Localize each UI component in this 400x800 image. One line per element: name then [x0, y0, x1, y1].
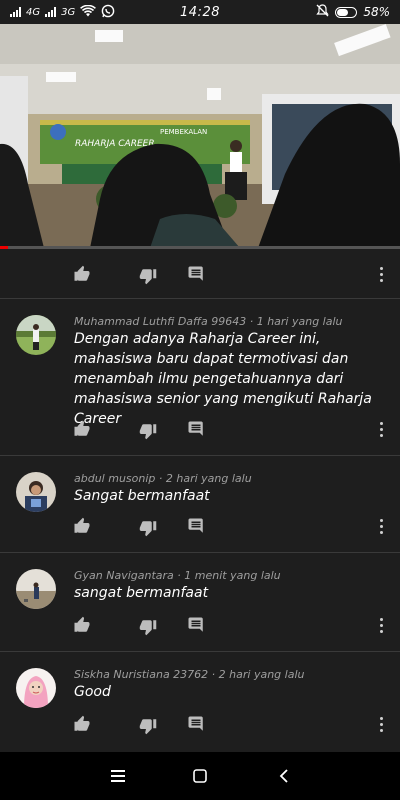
- thumb-up-icon: [74, 265, 90, 281]
- battery-icon: [335, 6, 358, 18]
- comment-author[interactable]: Muhammad Luthfi Daffa 99643: [74, 315, 246, 328]
- dislike-button[interactable]: [136, 419, 160, 443]
- comment-icon: [188, 518, 203, 533]
- video-progress-fill: [0, 246, 8, 249]
- like-button[interactable]: [70, 262, 94, 286]
- comment-icon: [188, 421, 203, 436]
- home-icon: [193, 769, 207, 783]
- video-progress-bar[interactable]: [0, 246, 400, 249]
- menu-icon: [111, 770, 125, 782]
- meta-separator: ·: [158, 472, 166, 485]
- meta-separator: ·: [211, 668, 219, 681]
- like-button[interactable]: [70, 514, 94, 538]
- more-options-button[interactable]: [376, 712, 386, 736]
- comment-time: 1 hari yang lalu: [256, 315, 343, 328]
- banner-top-text: PEMBEKALAN: [160, 128, 207, 136]
- status-bar: 4G 3G 14:28 58%: [0, 0, 400, 24]
- dislike-button[interactable]: [136, 714, 160, 738]
- avatar[interactable]: [16, 315, 56, 355]
- comment-text: sangat bermanfaat: [74, 585, 209, 601]
- thumb-up-icon: [74, 420, 90, 436]
- reply-button[interactable]: [184, 613, 208, 637]
- thumb-down-icon: [139, 424, 157, 440]
- comment-time: 2 hari yang lalu: [218, 668, 305, 681]
- thumb-down-icon: [139, 521, 157, 537]
- more-options-button[interactable]: [376, 262, 386, 286]
- comment-meta: Gyan Navigantara · 1 menit yang lalu: [74, 569, 380, 582]
- dislike-button[interactable]: [136, 615, 160, 639]
- comment-text: Good: [74, 684, 111, 700]
- like-button[interactable]: [70, 712, 94, 736]
- comment-icon: [188, 266, 203, 281]
- comment-time: 1 menit yang lalu: [184, 569, 281, 582]
- comment-author[interactable]: Gyan Navigantara: [74, 569, 174, 582]
- thumb-down-icon: [139, 269, 157, 285]
- comment-meta: Muhammad Luthfi Daffa 99643 · 1 hari yan…: [74, 315, 380, 328]
- comment-time: 2 hari yang lalu: [165, 472, 252, 485]
- comment-icon: [188, 716, 203, 731]
- video-player[interactable]: PEMBEKALAN RAHARJA CAREER: [0, 24, 400, 248]
- comment-item: abdul musonip · 2 hari yang lalu Sangat …: [0, 456, 400, 552]
- thumb-down-icon: [139, 620, 157, 636]
- comment-icon: [188, 617, 203, 632]
- dislike-button[interactable]: [136, 264, 160, 288]
- more-options-button[interactable]: [376, 417, 386, 441]
- comment-item: Gyan Navigantara · 1 menit yang lalu san…: [0, 553, 400, 651]
- like-button[interactable]: [70, 613, 94, 637]
- reply-button[interactable]: [184, 262, 208, 286]
- video-frame: PEMBEKALAN RAHARJA CAREER: [0, 24, 400, 248]
- avatar[interactable]: [16, 569, 56, 609]
- comment-author[interactable]: abdul musonip: [74, 472, 155, 485]
- system-nav-bar: [0, 752, 400, 800]
- back-icon: [279, 769, 288, 783]
- comment-meta: abdul musonip · 2 hari yang lalu: [74, 472, 380, 485]
- back-button[interactable]: [272, 764, 296, 788]
- thumb-up-icon: [74, 616, 90, 632]
- avatar[interactable]: [16, 472, 56, 512]
- dislike-button[interactable]: [136, 516, 160, 540]
- thumb-up-icon: [74, 715, 90, 731]
- comment-author[interactable]: Siskha Nuristiana 23762: [74, 668, 208, 681]
- reply-button[interactable]: [184, 417, 208, 441]
- menu-button[interactable]: [106, 764, 130, 788]
- comment-item: Siskha Nuristiana 23762 · 2 hari yang la…: [0, 652, 400, 752]
- video-actions: [0, 250, 400, 298]
- avatar[interactable]: [16, 668, 56, 708]
- like-button[interactable]: [70, 417, 94, 441]
- thumb-down-icon: [139, 719, 157, 735]
- comment-text: Sangat bermanfaat: [74, 488, 210, 504]
- comment-meta: Siskha Nuristiana 23762 · 2 hari yang la…: [74, 668, 380, 681]
- comment-text: Dengan adanya Raharja Career ini, mahasi…: [74, 331, 372, 427]
- meta-separator: ·: [249, 315, 257, 328]
- reply-button[interactable]: [184, 712, 208, 736]
- more-options-button[interactable]: [376, 514, 386, 538]
- thumb-up-icon: [74, 517, 90, 533]
- home-button[interactable]: [188, 764, 212, 788]
- reply-button[interactable]: [184, 514, 208, 538]
- comment-item: Muhammad Luthfi Daffa 99643 · 1 hari yan…: [0, 299, 400, 455]
- more-options-button[interactable]: [376, 613, 386, 637]
